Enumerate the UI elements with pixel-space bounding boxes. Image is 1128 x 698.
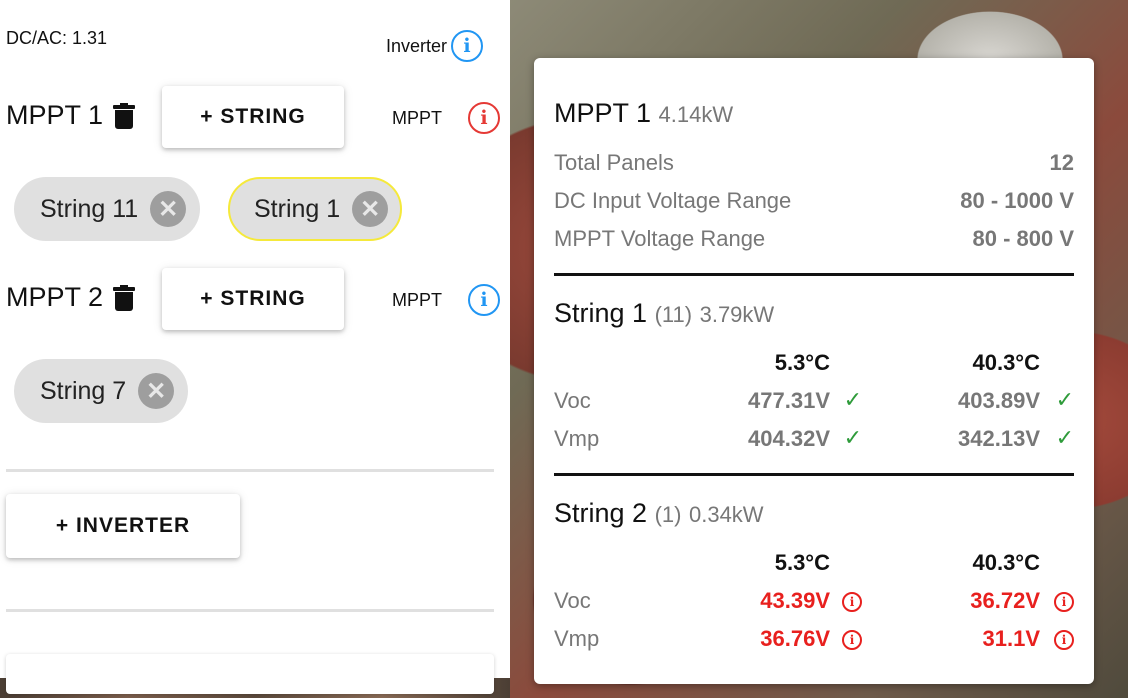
mppt-stats: Total Panels 12 DC Input Voltage Range 8… bbox=[554, 150, 1074, 264]
mppt-title-label: MPPT 2 bbox=[6, 282, 104, 312]
inverter-info: Inverter i bbox=[386, 30, 484, 62]
stat-value: 80 - 800 V bbox=[972, 226, 1074, 251]
vmp-label: Vmp bbox=[554, 426, 600, 451]
temp-high: 40.3°C bbox=[972, 550, 1040, 575]
stat-value: 80 - 1000 V bbox=[960, 188, 1074, 213]
string-power: 0.34kW bbox=[688, 502, 764, 527]
mppt-2-title: MPPT 2 bbox=[6, 282, 136, 313]
dc-ac-ratio: DC/AC: 1.31 bbox=[6, 28, 108, 48]
mppt-title: MPPT 1 bbox=[554, 98, 652, 128]
string-name: String 1 bbox=[554, 298, 648, 328]
mppt-details-card: MPPT 1 4.14kW Total Panels 12 DC Input V… bbox=[534, 58, 1094, 684]
vmp-high: 31.1V bbox=[982, 626, 1041, 651]
string-chip[interactable]: String 7 ✕ bbox=[14, 359, 189, 423]
inverter-config-panel: DC/AC: 1.31 Inverter i MPPT 1 + STRING M… bbox=[0, 0, 510, 694]
mppt-info-label: MPPT bbox=[392, 289, 443, 310]
string-title: String 1 (11) 3.79kW bbox=[554, 298, 1074, 329]
string-1-section: String 1 (11) 3.79kW 5.3°C 40.3°C Voc 47… bbox=[554, 298, 1074, 468]
add-string-button[interactable]: + STRING bbox=[162, 268, 344, 330]
voc-label: Voc bbox=[554, 588, 591, 613]
divider bbox=[6, 609, 494, 612]
string-panel-count: (1) bbox=[654, 502, 682, 527]
card-title: MPPT 1 4.14kW bbox=[554, 98, 1074, 129]
check-icon: ✓ bbox=[1055, 426, 1074, 451]
temp-header-row: 5.3°C 40.3°C bbox=[554, 550, 1074, 580]
remove-icon[interactable]: ✕ bbox=[352, 191, 389, 227]
vmp-low: 36.76V bbox=[760, 626, 830, 651]
warning-info-icon[interactable]: i bbox=[842, 630, 862, 650]
string-name: String 2 bbox=[554, 498, 648, 528]
voc-row: Voc 43.39V i 36.72V i bbox=[554, 588, 1074, 618]
info-icon[interactable]: i bbox=[451, 30, 484, 62]
check-icon: ✓ bbox=[843, 388, 862, 413]
next-inverter-card bbox=[6, 654, 494, 694]
mppt-title-label: MPPT 1 bbox=[6, 100, 104, 130]
stat-row: MPPT Voltage Range 80 - 800 V bbox=[554, 226, 1074, 264]
voc-low: 43.39V bbox=[760, 588, 830, 613]
vmp-label: Vmp bbox=[554, 626, 600, 651]
voc-label: Voc bbox=[554, 388, 591, 413]
string-power: 3.79kW bbox=[699, 302, 775, 327]
chip-label: String 11 bbox=[40, 194, 139, 223]
info-icon[interactable]: i bbox=[468, 284, 501, 316]
voc-low: 477.31V bbox=[748, 388, 830, 413]
string-chip[interactable]: String 11 ✕ bbox=[14, 177, 201, 241]
error-info-icon[interactable]: i bbox=[468, 102, 501, 134]
temp-low: 5.3°C bbox=[774, 350, 830, 375]
temp-low: 5.3°C bbox=[774, 550, 830, 575]
delete-icon[interactable] bbox=[113, 102, 136, 129]
stat-label: MPPT Voltage Range bbox=[554, 226, 766, 251]
mppt-info-label: MPPT bbox=[392, 107, 443, 128]
string-2-section: String 2 (1) 0.34kW 5.3°C 40.3°C Voc 43.… bbox=[554, 498, 1074, 668]
check-icon: ✓ bbox=[1055, 388, 1074, 413]
vmp-row: Vmp 36.76V i 31.1V i bbox=[554, 626, 1074, 656]
add-inverter-button[interactable]: + INVERTER bbox=[6, 494, 240, 558]
voc-row: Voc 477.31V ✓ 403.89V ✓ bbox=[554, 388, 1074, 418]
remove-icon[interactable]: ✕ bbox=[138, 373, 175, 409]
divider bbox=[6, 469, 494, 472]
chip-label: String 7 bbox=[40, 376, 127, 405]
voc-high: 403.89V bbox=[958, 388, 1040, 413]
mppt-1-info: MPPT i bbox=[392, 102, 501, 134]
add-string-button[interactable]: + STRING bbox=[162, 86, 344, 148]
chip-label: String 1 bbox=[254, 194, 341, 223]
mppt-2-info: MPPT i bbox=[392, 284, 501, 316]
section-divider bbox=[554, 273, 1074, 276]
inverter-info-label: Inverter bbox=[386, 35, 448, 56]
stat-label: Total Panels bbox=[554, 150, 674, 175]
vmp-row: Vmp 404.32V ✓ 342.13V ✓ bbox=[554, 426, 1074, 456]
check-icon: ✓ bbox=[843, 426, 862, 451]
remove-icon[interactable]: ✕ bbox=[150, 191, 187, 227]
mppt-power: 4.14kW bbox=[658, 102, 734, 127]
stat-value: 12 bbox=[1049, 150, 1074, 175]
string-panel-count: (11) bbox=[654, 302, 693, 327]
warning-info-icon[interactable]: i bbox=[1054, 630, 1074, 650]
section-divider bbox=[554, 473, 1074, 476]
temp-high: 40.3°C bbox=[972, 350, 1040, 375]
stat-row: DC Input Voltage Range 80 - 1000 V bbox=[554, 188, 1074, 226]
temp-header-row: 5.3°C 40.3°C bbox=[554, 350, 1074, 380]
stat-label: DC Input Voltage Range bbox=[554, 188, 792, 213]
vmp-low: 404.32V bbox=[748, 426, 830, 451]
string-chip-selected[interactable]: String 1 ✕ bbox=[228, 177, 403, 241]
warning-info-icon[interactable]: i bbox=[1054, 592, 1074, 612]
voc-high: 36.72V bbox=[970, 588, 1040, 613]
vmp-high: 342.13V bbox=[958, 426, 1040, 451]
delete-icon[interactable] bbox=[113, 284, 136, 311]
stat-row: Total Panels 12 bbox=[554, 150, 1074, 188]
string-title: String 2 (1) 0.34kW bbox=[554, 498, 1074, 529]
mppt-1-title: MPPT 1 bbox=[6, 100, 136, 131]
warning-info-icon[interactable]: i bbox=[842, 592, 862, 612]
